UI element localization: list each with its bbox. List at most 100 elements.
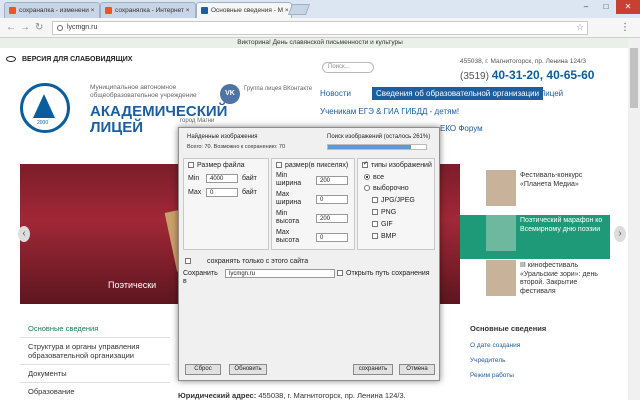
browser-tab-1[interactable]: сохраналка - изменени × — [4, 2, 100, 18]
open-path-option[interactable]: Открыть путь сохранения — [337, 270, 430, 277]
refresh-button[interactable]: Обновить — [229, 364, 267, 375]
minimize-button[interactable]: – — [576, 0, 596, 14]
types-all-radio[interactable] — [364, 174, 370, 181]
left-menu-item[interactable]: Документы — [20, 365, 170, 383]
legal-address: Юридический адрес: 455038, г. Магнитогор… — [178, 391, 406, 400]
school-subtitle: Муниципальное автономное общеобразовател… — [90, 84, 197, 99]
save-button[interactable]: сохранить — [353, 364, 393, 375]
save-path-input[interactable]: lycmgn.ru — [225, 269, 335, 278]
image-types-label: типы изображений — [371, 162, 432, 169]
file-size-max-input[interactable]: 0 — [206, 188, 238, 197]
browser-tab-3-active[interactable]: Основные сведения - М × — [196, 2, 292, 18]
logo-emblem — [33, 94, 55, 118]
max-height-label: Max высота — [276, 229, 300, 244]
page-scrollbar[interactable] — [628, 38, 640, 400]
right-sidebar-link[interactable]: Учредитель — [470, 357, 610, 364]
image-saver-dialog: Найденные изображения Всего: 70. Возможн… — [178, 127, 440, 381]
back-icon[interactable]: ← — [6, 22, 16, 33]
found-images-title: Найденные изображения — [187, 134, 258, 140]
site-search-input[interactable]: Поиск... — [322, 62, 374, 73]
nav-info[interactable]: Сведения об образовательной организации — [372, 87, 544, 100]
search-progress-bar — [327, 144, 427, 150]
file-size-max-label: Max — [188, 189, 202, 196]
format-label: BMP — [381, 233, 397, 240]
new-tab-button[interactable] — [287, 4, 311, 15]
news-thumbnail — [486, 260, 516, 296]
left-menu-item[interactable]: Основные сведения — [20, 320, 170, 338]
pixel-size-option[interactable]: размер(в пикселях) — [276, 162, 348, 169]
format-option[interactable]: BMP — [372, 233, 396, 240]
file-size-option[interactable]: Размер файла — [188, 162, 245, 169]
scrollbar-thumb[interactable] — [630, 48, 638, 108]
close-window-button[interactable]: ✕ — [616, 0, 640, 14]
open-path-label: Открыть путь сохранения — [346, 270, 430, 277]
types-selective-option[interactable]: выборочно — [364, 185, 409, 192]
reload-icon[interactable]: ↻ — [35, 22, 43, 33]
format-option[interactable]: PNG — [372, 209, 396, 216]
tab-label: сохраналка - изменени × — [19, 7, 95, 14]
format-checkbox[interactable] — [372, 197, 378, 204]
vk-icon[interactable]: VK — [220, 84, 240, 104]
info-icon[interactable] — [57, 25, 63, 31]
file-size-min-input[interactable]: 4000 — [206, 174, 238, 183]
forward-icon[interactable]: → — [20, 22, 30, 33]
school-logo[interactable]: 2000 — [20, 83, 70, 133]
url-input[interactable]: lycmgn.ru — [52, 21, 588, 35]
pixel-size-label: размер(в пикселях) — [285, 162, 349, 169]
left-menu-item[interactable]: Образование — [20, 383, 170, 400]
tab-bar: сохраналка - изменени × сохранялка - Инт… — [0, 0, 640, 18]
min-height-input[interactable]: 200 — [316, 214, 348, 223]
format-checkbox[interactable] — [372, 221, 378, 228]
format-option[interactable]: JPG/JPEG — [372, 197, 415, 204]
left-menu-item[interactable]: Структура и органы управления образовате… — [20, 338, 170, 365]
format-option[interactable]: GIF — [372, 221, 393, 228]
browser-tab-2[interactable]: сохранялка - Интернет × — [100, 2, 196, 18]
accessibility-link[interactable]: ВЕРСИЯ ДЛЯ СЛАБОВИДЯЩИХ — [6, 56, 132, 63]
right-sidebar-link[interactable]: О дате создания — [470, 342, 610, 349]
right-sidebar: Основные сведения О дате создания Учреди… — [470, 324, 610, 387]
pixel-size-checkbox[interactable] — [276, 162, 282, 169]
vk-label[interactable]: Группа лицея ВКонтакте — [244, 86, 312, 93]
this-site-only-option[interactable]: сохранять только с этого сайта — [185, 258, 308, 265]
announcement-text: Викторина! День славянской письменности … — [237, 39, 403, 46]
image-types-checkbox[interactable] — [362, 160, 368, 169]
right-sidebar-link[interactable]: Режим работы — [470, 372, 610, 379]
max-width-input[interactable]: 0 — [316, 195, 348, 204]
slider-prev-icon[interactable]: ‹ — [18, 226, 30, 242]
format-checkbox[interactable] — [372, 209, 378, 216]
file-size-checkbox[interactable] — [188, 162, 194, 169]
news-text: Фестиваль-конкурс «Планета Медиа» — [520, 172, 583, 188]
this-site-only-checkbox[interactable] — [185, 258, 191, 265]
maximize-button[interactable]: □ — [596, 0, 616, 14]
tab-label: Основные сведения - М × — [211, 7, 289, 14]
news-item[interactable]: Фестиваль-конкурс «Планета Медиа» — [460, 170, 610, 214]
logo-year: 2000 — [37, 120, 49, 126]
nav-row-secondary[interactable]: Ученикам ЕГЭ & ГИА ГИБДД - детям! — [320, 107, 459, 116]
types-all-option[interactable]: все — [364, 174, 384, 181]
cancel-button[interactable]: Отмена — [399, 364, 435, 375]
types-all-label: все — [373, 174, 385, 181]
min-width-input[interactable]: 200 — [316, 176, 348, 185]
news-item[interactable]: Поэтический марафон ко Всемирному дню по… — [460, 215, 610, 259]
news-thumbnail — [486, 170, 516, 206]
max-height-input[interactable]: 0 — [316, 233, 348, 242]
nav-news[interactable]: Новости — [320, 89, 351, 98]
image-types-group: типы изображений все выборочно JPG/JPEG … — [357, 158, 435, 250]
format-checkbox[interactable] — [372, 233, 378, 240]
image-types-option[interactable]: типы изображений — [362, 160, 432, 169]
format-label: PNG — [381, 209, 397, 216]
browser-menu-icon[interactable]: ⋮ — [620, 22, 630, 33]
address-bar-row: ← → ↻ lycmgn.ru ☆ ⋮ — [0, 18, 640, 38]
types-selective-radio[interactable] — [364, 185, 370, 192]
right-sidebar-heading: Основные сведения — [470, 324, 547, 333]
reset-button[interactable]: Сброс — [185, 364, 221, 375]
min-width-label: Min ширина — [276, 172, 302, 187]
bookmark-star-icon[interactable]: ☆ — [576, 22, 584, 33]
open-path-checkbox[interactable] — [337, 270, 343, 277]
slider-next-icon[interactable]: › — [614, 226, 626, 242]
nav-lyceum[interactable]: Лицей — [540, 89, 563, 98]
announcement-strip[interactable]: Викторина! День славянской письменности … — [0, 38, 640, 48]
nav-row-tertiary[interactable]: ЕКО Форум — [440, 124, 483, 133]
news-item[interactable]: III кинофестиваль «Уральские зори»: день… — [460, 260, 610, 304]
file-size-min-label: Min — [188, 175, 200, 182]
